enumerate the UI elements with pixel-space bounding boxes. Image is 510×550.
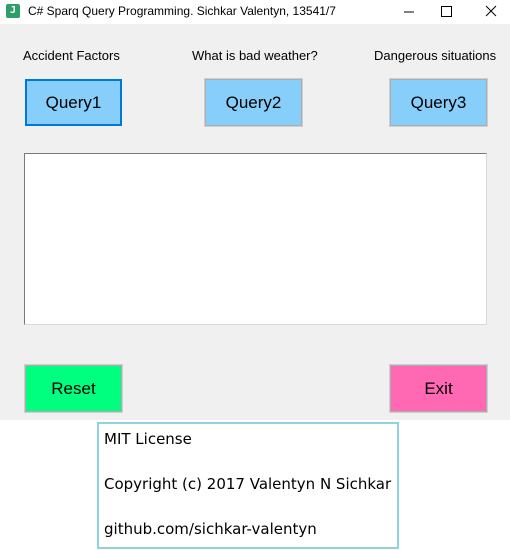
exit-button[interactable]: Exit [389, 364, 488, 413]
close-button[interactable] [464, 0, 510, 24]
query-output-textbox[interactable] [24, 153, 487, 325]
copyright-text: Copyright (c) 2017 Valentyn N Sichkar [104, 475, 392, 493]
window-title: C# Sparq Query Programming. Sichkar Vale… [28, 4, 336, 18]
close-icon [485, 5, 497, 17]
title-bar[interactable]: J C# Sparq Query Programming. Sichkar Va… [0, 0, 510, 24]
accident-factors-label: Accident Factors [23, 48, 120, 63]
license-title: MIT License [104, 430, 192, 448]
query3-button[interactable]: Query3 [389, 78, 488, 127]
app-icon: J [6, 4, 20, 18]
query2-button[interactable]: Query2 [204, 78, 303, 127]
bad-weather-label: What is bad weather? [192, 48, 318, 63]
app-window: J C# Sparq Query Programming. Sichkar Va… [0, 0, 510, 420]
minimize-button[interactable] [378, 0, 424, 24]
reset-button[interactable]: Reset [24, 364, 123, 413]
minimize-icon [404, 11, 414, 13]
dangerous-situations-label: Dangerous situations [374, 48, 497, 63]
github-link: github.com/sichkar-valentyn [104, 520, 317, 538]
query1-button[interactable]: Query1 [25, 79, 122, 126]
license-panel: MIT License Copyright (c) 2017 Valentyn … [97, 422, 399, 549]
